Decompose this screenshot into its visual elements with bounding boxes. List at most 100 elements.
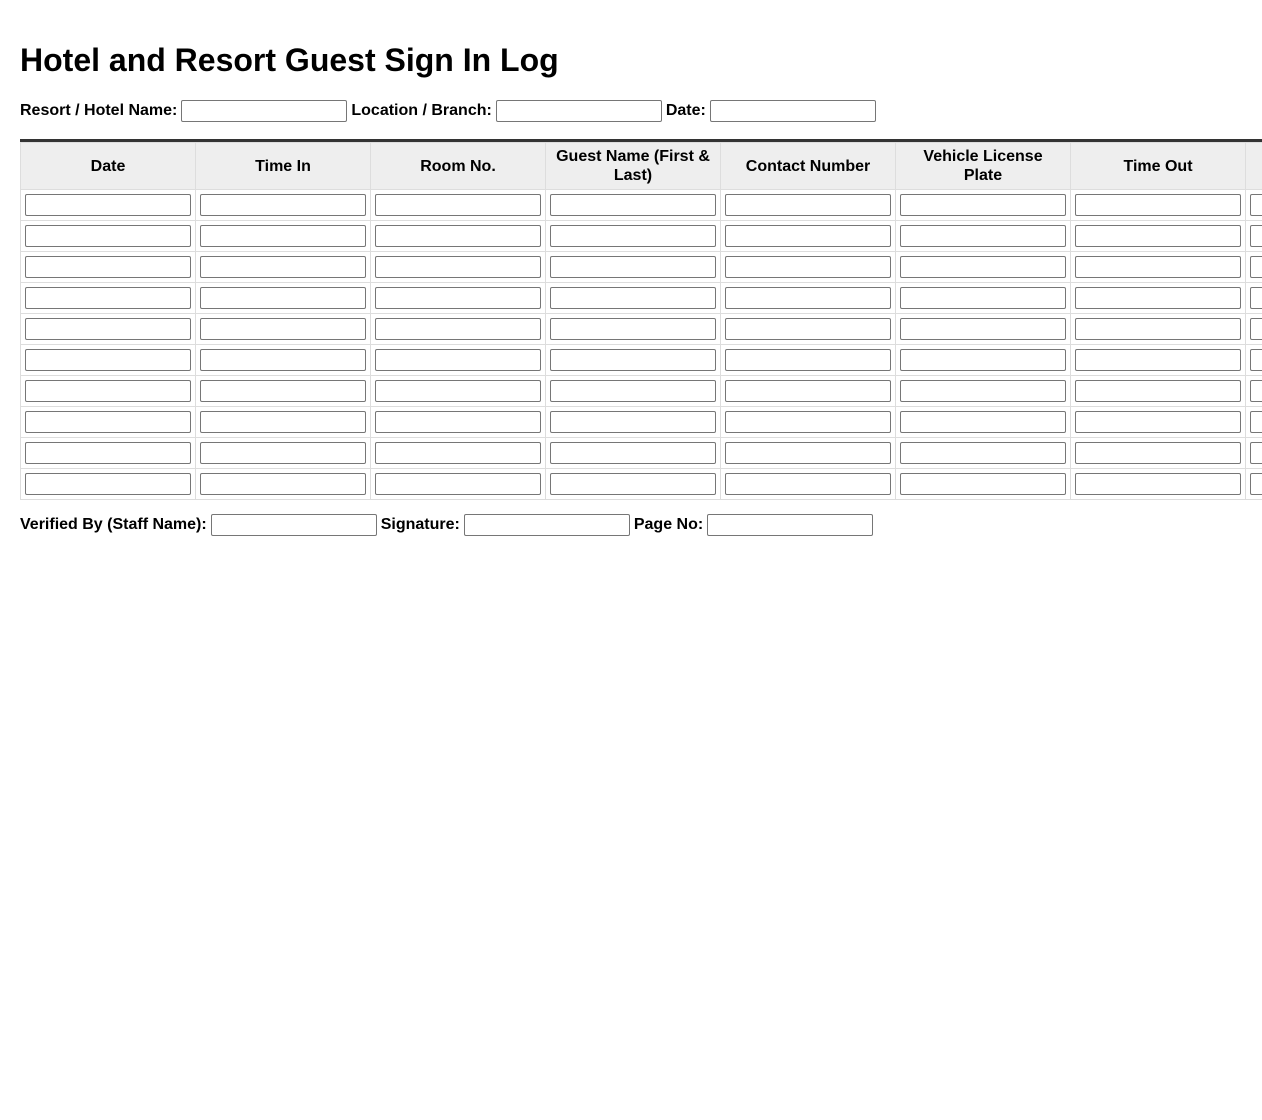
time-in-cell-input[interactable] bbox=[200, 380, 366, 402]
time-in-cell-input[interactable] bbox=[200, 194, 366, 216]
date-cell-input[interactable] bbox=[25, 380, 191, 402]
table-cell-date bbox=[20, 437, 196, 469]
room-no-cell-input[interactable] bbox=[375, 287, 541, 309]
time-out-cell-input[interactable] bbox=[1075, 256, 1241, 278]
date-cell-input[interactable] bbox=[25, 349, 191, 371]
page-no-input[interactable] bbox=[707, 514, 874, 536]
column-header-time-out: Time Out bbox=[1070, 142, 1246, 190]
guest-name-cell-input[interactable] bbox=[550, 411, 716, 433]
table-cell-time-out bbox=[1070, 220, 1246, 252]
contact-number-cell-input[interactable] bbox=[725, 194, 891, 216]
table-cell-contact-number bbox=[720, 375, 896, 407]
date-cell-input[interactable] bbox=[25, 442, 191, 464]
table-cell-guest-name bbox=[545, 406, 721, 438]
contact-number-cell-input[interactable] bbox=[725, 349, 891, 371]
vehicle-plate-cell-input[interactable] bbox=[900, 349, 1066, 371]
extra-cell-input[interactable] bbox=[1250, 349, 1262, 371]
guest-name-cell-input[interactable] bbox=[550, 194, 716, 216]
guest-name-cell-input[interactable] bbox=[550, 349, 716, 371]
vehicle-plate-cell-input[interactable] bbox=[900, 473, 1066, 495]
time-out-cell-input[interactable] bbox=[1075, 194, 1241, 216]
room-no-cell-input[interactable] bbox=[375, 442, 541, 464]
time-out-cell-input[interactable] bbox=[1075, 318, 1241, 340]
extra-cell-input[interactable] bbox=[1250, 256, 1262, 278]
location-input[interactable] bbox=[495, 100, 662, 122]
time-out-cell-input[interactable] bbox=[1075, 225, 1241, 247]
time-in-cell-input[interactable] bbox=[200, 318, 366, 340]
signature-input[interactable] bbox=[463, 514, 630, 536]
extra-cell-input[interactable] bbox=[1250, 442, 1262, 464]
extra-cell-input[interactable] bbox=[1250, 318, 1262, 340]
date-input[interactable] bbox=[709, 100, 876, 122]
date-cell-input[interactable] bbox=[25, 287, 191, 309]
vehicle-plate-cell-input[interactable] bbox=[900, 411, 1066, 433]
guest-name-cell-input[interactable] bbox=[550, 256, 716, 278]
time-out-cell-input[interactable] bbox=[1075, 411, 1241, 433]
room-no-cell-input[interactable] bbox=[375, 318, 541, 340]
extra-cell-input[interactable] bbox=[1250, 411, 1262, 433]
contact-number-cell-input[interactable] bbox=[725, 411, 891, 433]
time-in-cell-input[interactable] bbox=[200, 442, 366, 464]
room-no-cell-input[interactable] bbox=[375, 225, 541, 247]
contact-number-cell-input[interactable] bbox=[725, 380, 891, 402]
time-in-cell-input[interactable] bbox=[200, 473, 366, 495]
vehicle-plate-cell-input[interactable] bbox=[900, 225, 1066, 247]
room-no-cell-input[interactable] bbox=[375, 349, 541, 371]
time-in-cell-input[interactable] bbox=[200, 411, 366, 433]
guest-name-cell-input[interactable] bbox=[550, 442, 716, 464]
room-no-cell-input[interactable] bbox=[375, 256, 541, 278]
vehicle-plate-cell-input[interactable] bbox=[900, 194, 1066, 216]
time-out-cell-input[interactable] bbox=[1075, 287, 1241, 309]
guest-name-cell-input[interactable] bbox=[550, 287, 716, 309]
extra-cell-input[interactable] bbox=[1250, 473, 1262, 495]
date-cell-input[interactable] bbox=[25, 411, 191, 433]
time-in-cell-input[interactable] bbox=[200, 349, 366, 371]
vehicle-plate-cell-input[interactable] bbox=[900, 380, 1066, 402]
vehicle-plate-cell-input[interactable] bbox=[900, 287, 1066, 309]
time-in-cell-input[interactable] bbox=[200, 287, 366, 309]
time-out-cell-input[interactable] bbox=[1075, 473, 1241, 495]
vehicle-plate-cell-input[interactable] bbox=[900, 442, 1066, 464]
extra-cell-input[interactable] bbox=[1250, 225, 1262, 247]
table-cell-vehicle-plate bbox=[895, 344, 1071, 376]
table-cell-time-out bbox=[1070, 406, 1246, 438]
guest-name-cell-input[interactable] bbox=[550, 225, 716, 247]
time-out-cell-input[interactable] bbox=[1075, 442, 1241, 464]
vehicle-plate-cell-input[interactable] bbox=[900, 256, 1066, 278]
room-no-cell-input[interactable] bbox=[375, 380, 541, 402]
room-no-cell-input[interactable] bbox=[375, 473, 541, 495]
guest-name-cell-input[interactable] bbox=[550, 473, 716, 495]
contact-number-cell-input[interactable] bbox=[725, 442, 891, 464]
date-cell-input[interactable] bbox=[25, 194, 191, 216]
extra-cell-input[interactable] bbox=[1250, 194, 1262, 216]
table-cell-guest-name bbox=[545, 282, 721, 314]
date-cell-input[interactable] bbox=[25, 256, 191, 278]
table-cell-date bbox=[20, 313, 196, 345]
date-label: Date: bbox=[665, 102, 706, 119]
contact-number-cell-input[interactable] bbox=[725, 287, 891, 309]
table-cell-contact-number bbox=[720, 313, 896, 345]
table-cell-time-out bbox=[1070, 313, 1246, 345]
room-no-cell-input[interactable] bbox=[375, 411, 541, 433]
time-in-cell-input[interactable] bbox=[200, 225, 366, 247]
vehicle-plate-cell-input[interactable] bbox=[900, 318, 1066, 340]
extra-cell-input[interactable] bbox=[1250, 380, 1262, 402]
room-no-cell-input[interactable] bbox=[375, 194, 541, 216]
contact-number-cell-input[interactable] bbox=[725, 256, 891, 278]
time-out-cell-input[interactable] bbox=[1075, 380, 1241, 402]
guest-name-cell-input[interactable] bbox=[550, 380, 716, 402]
verified-by-input[interactable] bbox=[210, 514, 377, 536]
hotel-name-input[interactable] bbox=[181, 100, 348, 122]
date-cell-input[interactable] bbox=[25, 225, 191, 247]
table-cell-vehicle-plate bbox=[895, 437, 1071, 469]
extra-cell-input[interactable] bbox=[1250, 287, 1262, 309]
date-cell-input[interactable] bbox=[25, 473, 191, 495]
table-cell-room-no bbox=[370, 313, 546, 345]
contact-number-cell-input[interactable] bbox=[725, 473, 891, 495]
time-in-cell-input[interactable] bbox=[200, 256, 366, 278]
contact-number-cell-input[interactable] bbox=[725, 318, 891, 340]
contact-number-cell-input[interactable] bbox=[725, 225, 891, 247]
time-out-cell-input[interactable] bbox=[1075, 349, 1241, 371]
date-cell-input[interactable] bbox=[25, 318, 191, 340]
guest-name-cell-input[interactable] bbox=[550, 318, 716, 340]
